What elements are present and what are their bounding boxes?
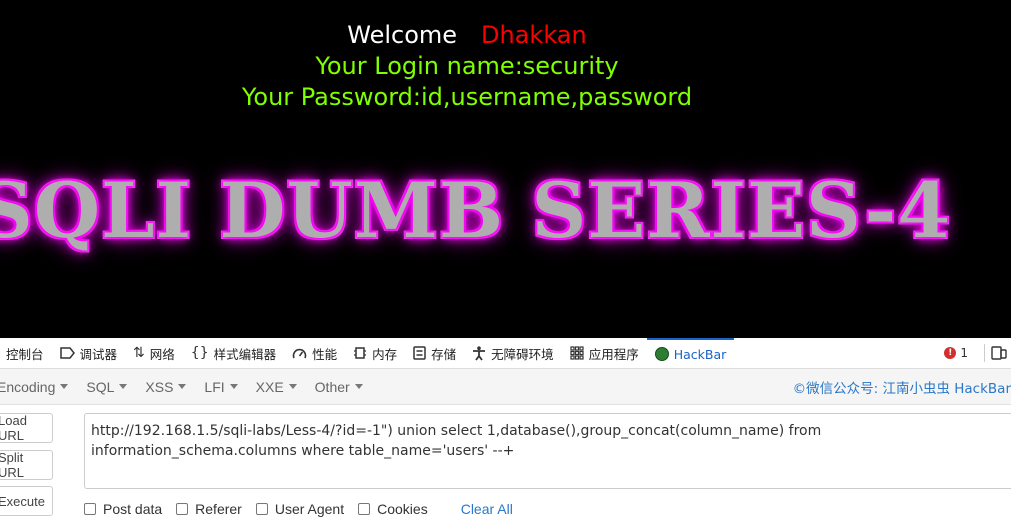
menu-sql[interactable]: SQL [77,379,136,395]
tab-performance-label: 性能 [312,346,338,362]
error-icon: ! [944,347,957,359]
application-icon [570,346,584,360]
tab-accessibility[interactable]: 无障碍环境 [464,338,562,368]
menu-other-label: Other [314,378,350,395]
tab-debugger-label: 调试器 [79,346,118,362]
menu-xss-label: XSS [145,378,174,395]
devtools-right-controls: ! 1 [934,338,1011,368]
tab-network-label: 网络 [149,346,175,362]
menu-other[interactable]: Other [306,379,372,395]
login-name-line: Your Login name:security [315,52,619,80]
menu-lfi[interactable]: LFI [195,379,246,395]
welcome-text: Welcome [347,21,458,49]
tab-hackbar-label: HackBar [673,346,727,362]
load-url-button[interactable]: Load URL [0,413,53,443]
web-page: Welcome Dhakkan Your Login name:security … [0,0,1011,338]
tab-style-editor[interactable]: {} 样式编辑器 [183,338,284,368]
menu-encoding[interactable]: Encoding [0,379,77,395]
user-name: Dhakkan [481,21,587,49]
accessibility-icon [472,345,486,361]
tab-application[interactable]: 应用程序 [562,338,647,368]
tab-accessibility-label: 无障碍环境 [491,346,554,362]
tab-memory[interactable]: 内存 [345,338,405,368]
hackbar-icon [654,347,669,361]
sqli-banner: SQLI DUMB SERIES-4 [0,166,952,255]
chevron-down-icon [354,384,363,389]
menu-xxe[interactable]: XXE [247,379,306,395]
debugger-icon [59,347,75,359]
hackbar-body: Load URL Split URL Execute http://192.16… [0,405,1011,517]
tab-network[interactable]: ⇅ 网络 [125,338,183,368]
chevron-down-icon [229,384,238,389]
tab-storage-label: 存储 [431,346,457,362]
responsive-design-icon[interactable] [991,346,1007,360]
user-agent-checkbox[interactable] [255,503,268,515]
performance-icon [292,347,307,360]
post-data-checkbox[interactable] [84,503,96,515]
menu-sql-label: SQL [86,378,115,395]
tab-console[interactable]: 控制台 [0,338,52,368]
chevron-down-icon [178,384,187,389]
promo-text: ©微信公众号: 江南小虫虫 HackBar [792,380,1011,397]
style-editor-icon: {} [190,345,209,361]
menu-encoding-label: Encoding [0,378,56,395]
tab-console-label: 控制台 [6,346,44,362]
menu-lfi-label: LFI [204,378,225,395]
tab-style-editor-label: 样式编辑器 [213,346,277,362]
memory-icon [353,346,367,360]
error-count: 1 [960,346,968,360]
chevron-down-icon [119,384,128,389]
tab-storage[interactable]: 存储 [405,338,464,368]
cookies-checkbox[interactable] [358,503,371,515]
network-icon: ⇅ [133,345,145,361]
menu-xss[interactable]: XSS [136,379,195,395]
chevron-down-icon [288,384,297,389]
menu-xxe-label: XXE [255,378,284,395]
tab-performance[interactable]: 性能 [284,338,345,368]
tab-hackbar[interactable]: HackBar [646,338,735,368]
storage-icon [413,346,426,360]
url-textarea[interactable]: http://192.168.1.5/sqli-labs/Less-4/?id=… [84,413,1011,489]
tab-debugger[interactable]: 调试器 [52,338,126,368]
chevron-down-icon [60,384,69,389]
tab-memory-label: 内存 [372,346,398,362]
hackbar-toolbar: Encoding SQL XSS LFI XXE Other ©微信公众号: 江… [0,369,1011,405]
devtools-tabbar: 控制台 调试器 ⇅ 网络 {} 样式编辑器 性能 内存 存储 无障碍环境 应用程… [0,338,1011,369]
referer-checkbox[interactable] [176,503,189,515]
error-counter[interactable]: ! 1 [934,346,978,360]
tab-application-label: 应用程序 [588,346,639,362]
welcome-line: Welcome Dhakkan [0,21,934,49]
split-url-button[interactable]: Split URL [0,450,53,480]
toolbar-divider [984,344,985,362]
password-line: Your Password:id,username,password [241,83,693,111]
execute-button[interactable]: Execute [0,486,53,516]
